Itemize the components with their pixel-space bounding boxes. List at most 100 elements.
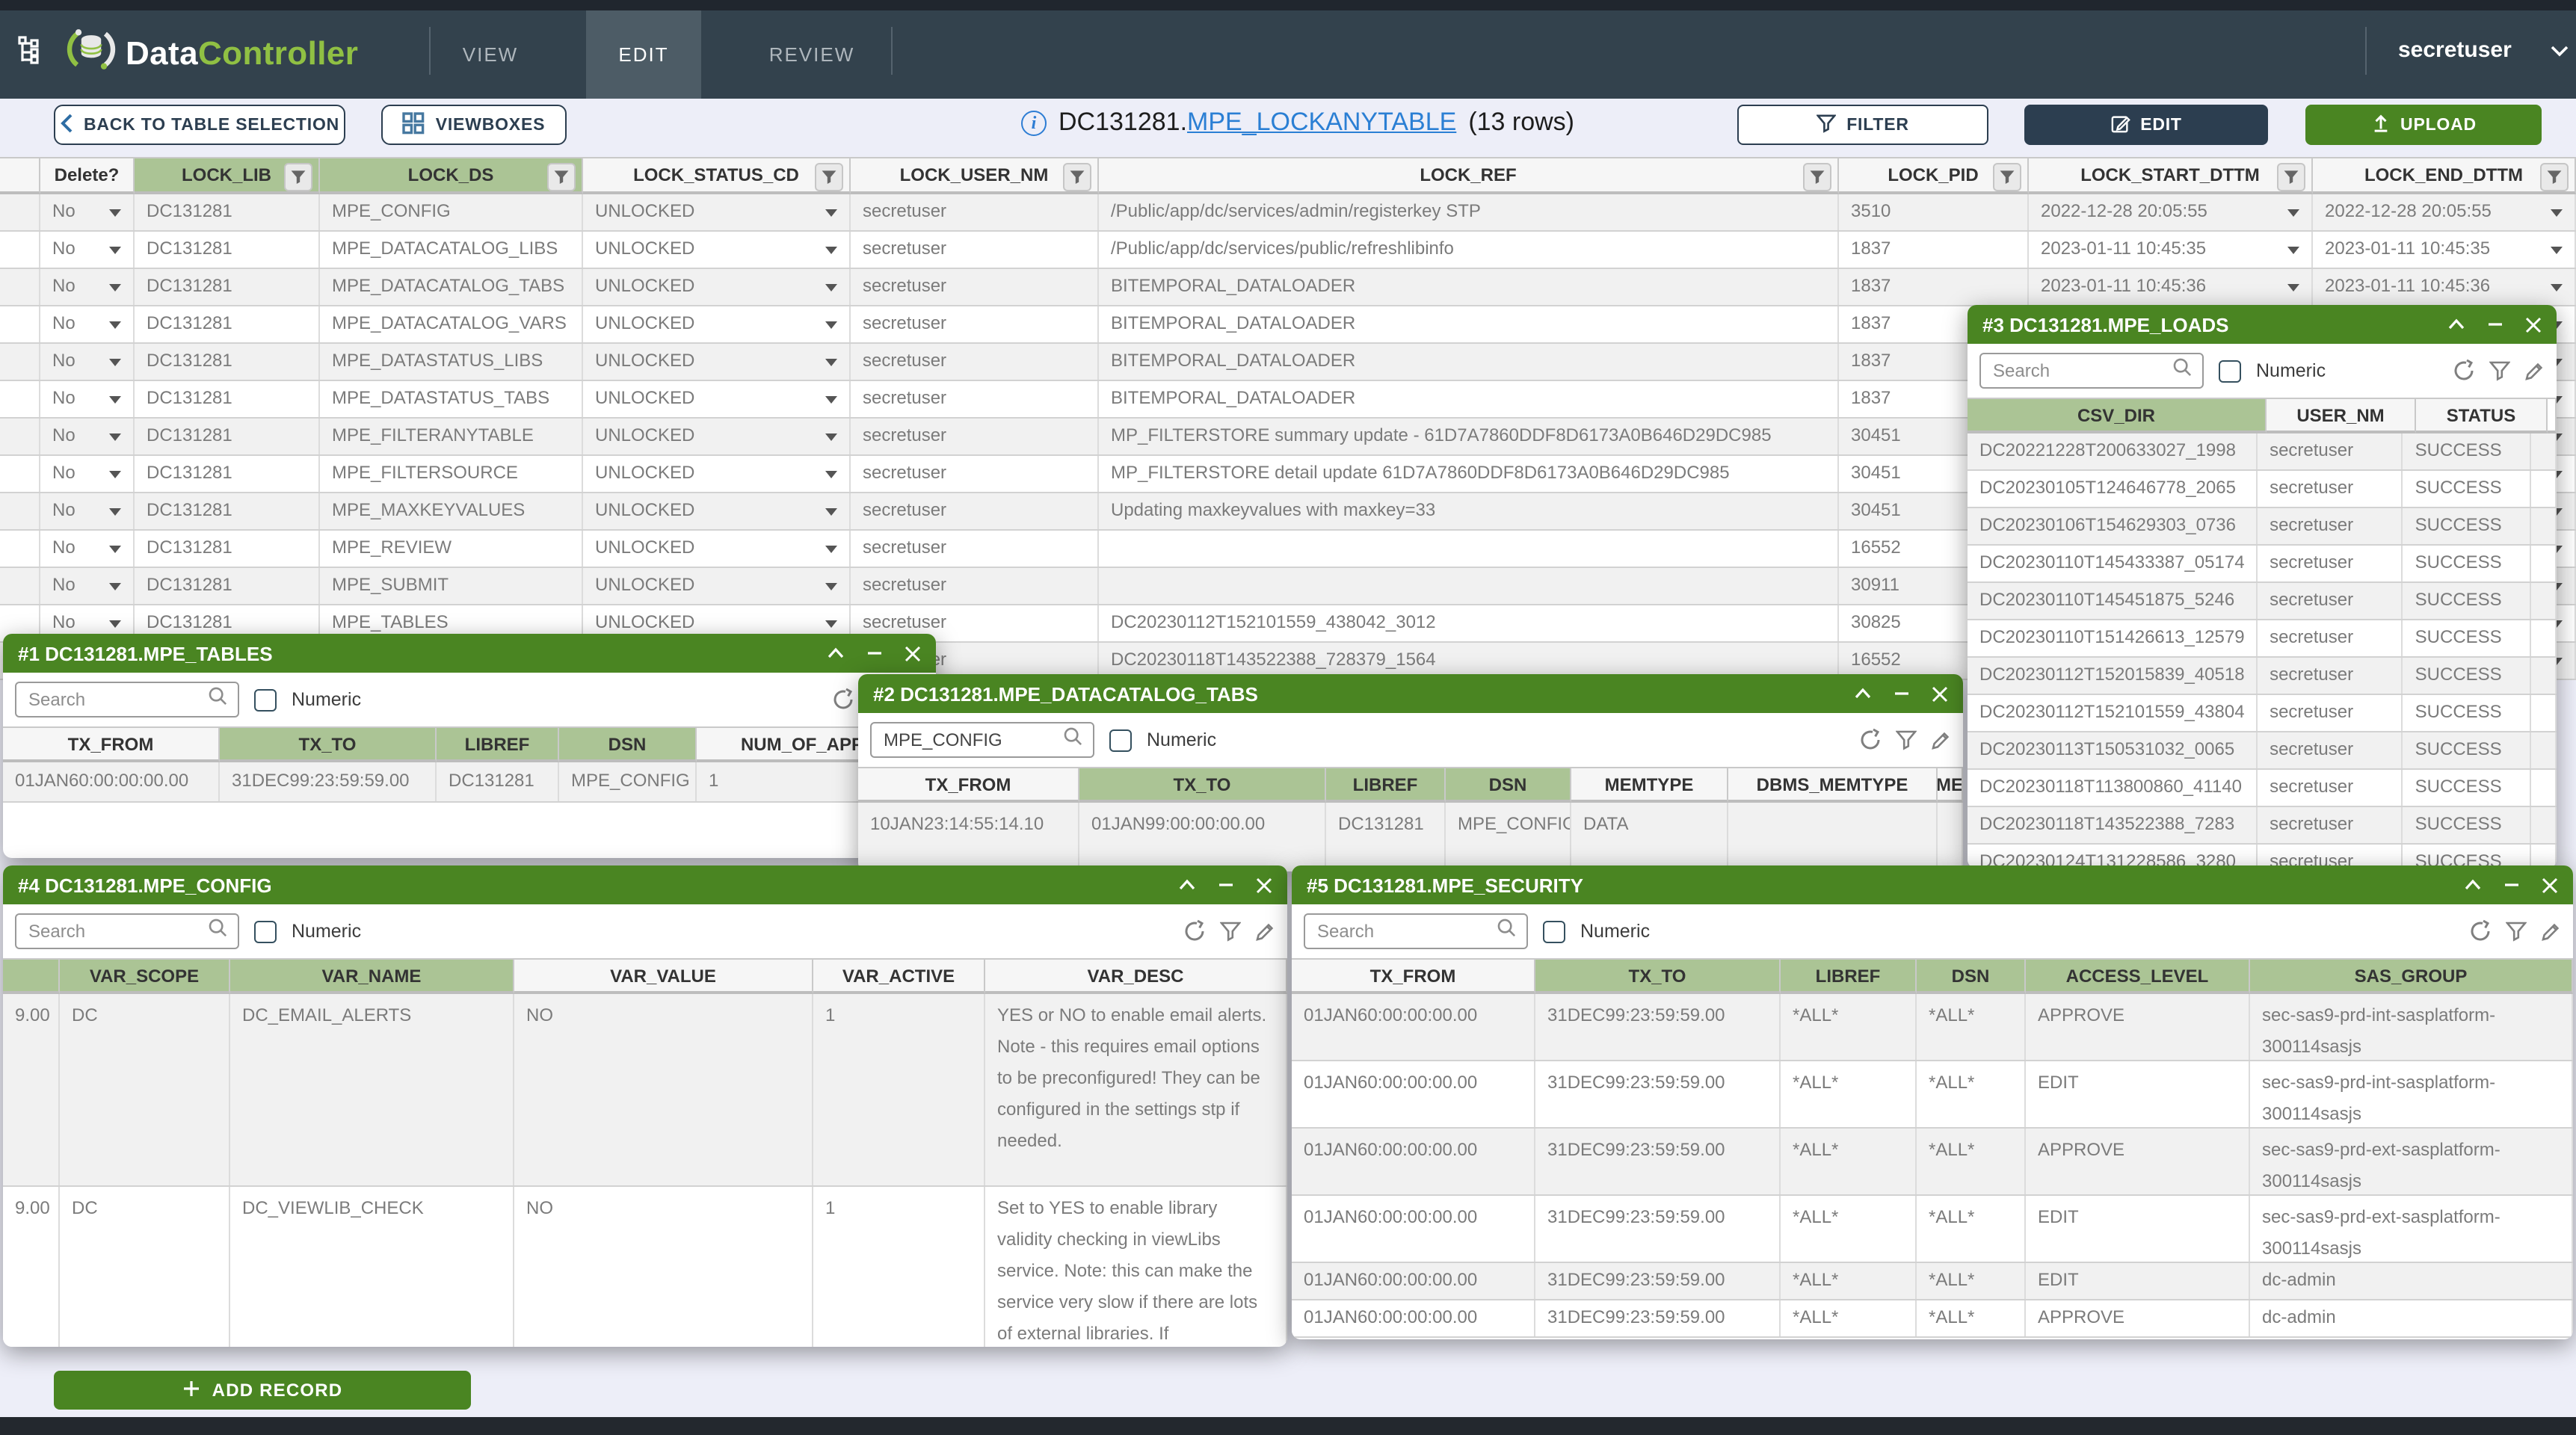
viewbox-column-header[interactable]: VAR_VALUE xyxy=(514,958,813,994)
pencil-icon[interactable] xyxy=(2540,921,2561,942)
viewbox-cell[interactable]: DC20221228T200633027_1998 xyxy=(1968,433,2258,469)
cell-lock-ref[interactable]: /Public/app/dc/services/admin/registerke… xyxy=(1099,194,1839,230)
viewbox-cell[interactable]: sec-sas9-prd-int-sasplatform-300114sasjs xyxy=(2250,1061,2573,1127)
column-filter-icon[interactable] xyxy=(815,163,843,191)
viewbox-cell[interactable]: DC20230118T143522388_7283 xyxy=(1968,807,2258,843)
cell-lock-ds[interactable]: MPE_FILTERANYTABLE xyxy=(320,419,583,454)
cell-lock-end[interactable]: 2022-12-28 20:05:55 xyxy=(2313,194,2576,230)
cell-lock-status[interactable]: UNLOCKED xyxy=(583,456,851,492)
viewbox-cell[interactable]: *ALL* xyxy=(1781,1129,1917,1194)
search-input[interactable] xyxy=(1990,359,2172,383)
viewbox-column-header[interactable]: DSN xyxy=(559,726,697,762)
viewbox-cell[interactable]: MPE_CONFIG xyxy=(559,762,697,801)
cell-lock-ref[interactable]: BITEMPORAL_DATALOADER xyxy=(1099,269,1839,305)
cell-lock-status[interactable]: UNLOCKED xyxy=(583,232,851,268)
viewbox-cell[interactable]: 31DEC99:23:59:59.00 xyxy=(1535,1061,1781,1127)
viewbox-cell[interactable]: sec-sas9-prd-ext-sasplatform-300114sasjs xyxy=(2250,1196,2573,1262)
viewbox-cell[interactable]: DC_VIEWLIB_CHECK xyxy=(230,1187,514,1347)
cell-lock-user[interactable]: secretuser xyxy=(851,531,1099,567)
collapse-icon[interactable] xyxy=(827,646,845,661)
dropdown-caret-icon[interactable] xyxy=(109,508,121,516)
viewbox-cell[interactable]: sec-sas9-prd-int-sasplatform-300114sasjs xyxy=(2250,994,2573,1060)
viewbox-cell[interactable]: 01JAN60:00:00:00.00 xyxy=(3,762,220,801)
viewbox-cell[interactable]: 01JAN99:00:00:00.00 xyxy=(1079,803,1326,871)
viewbox-cell[interactable]: SUCCESS xyxy=(2403,546,2531,581)
cell-lock-ref[interactable]: MP_FILTERSTORE detail update 61D7A7860DD… xyxy=(1099,456,1839,492)
viewbox-titlebar[interactable]: #4 DC131281.MPE_CONFIG xyxy=(3,865,1287,904)
upload-button[interactable]: UPLOAD xyxy=(2305,105,2542,145)
cell-delete[interactable]: No xyxy=(40,456,135,492)
viewbox-column-header[interactable]: TX_TO xyxy=(1535,958,1781,994)
filter-icon[interactable] xyxy=(2506,921,2527,942)
dropdown-caret-icon[interactable] xyxy=(109,247,121,254)
viewbox-cell[interactable]: secretuser xyxy=(2258,433,2403,469)
dropdown-caret-icon[interactable] xyxy=(2551,284,2563,291)
viewbox-column-header[interactable]: TX_FROM xyxy=(858,767,1079,803)
viewbox-cell[interactable]: SUCCESS xyxy=(2403,433,2531,469)
cell-lock-ref[interactable]: DC20230112T152101559_438042_3012 xyxy=(1099,605,1839,641)
column-filter-icon[interactable] xyxy=(1993,163,2021,191)
viewbox-cell[interactable]: *ALL* xyxy=(1917,1061,2026,1127)
cell-lock-ds[interactable]: MPE_DATACATALOG_LIBS xyxy=(320,232,583,268)
viewbox-cell[interactable]: DC20230106T154629303_0736 xyxy=(1968,508,2258,544)
column-header-LOCK_STATUS_CD[interactable]: LOCK_STATUS_CD xyxy=(583,157,851,194)
cell-lock-ref[interactable]: BITEMPORAL_DATALOADER xyxy=(1099,306,1839,342)
refresh-icon[interactable] xyxy=(2468,919,2492,943)
minimize-icon[interactable] xyxy=(2503,877,2521,892)
viewbox-cell[interactable]: SUCCESS xyxy=(2403,583,2531,619)
dropdown-caret-icon[interactable] xyxy=(2287,284,2299,291)
cell-lock-ref[interactable]: DC20230118T143522388_728379_1564 xyxy=(1099,643,1839,679)
close-icon[interactable] xyxy=(1932,685,1948,702)
brand-logo[interactable]: DataController xyxy=(66,24,358,82)
viewbox-column-header[interactable]: TX_FROM xyxy=(1292,958,1535,994)
column-header-LOCK_USER_NM[interactable]: LOCK_USER_NM xyxy=(851,157,1099,194)
tab-edit[interactable]: EDIT xyxy=(586,10,701,99)
viewbox-cell[interactable]: *ALL* xyxy=(1781,994,1917,1060)
dropdown-caret-icon[interactable] xyxy=(825,209,837,217)
column-header-LOCK_REF[interactable]: LOCK_REF xyxy=(1099,157,1839,194)
refresh-icon[interactable] xyxy=(1183,919,1207,943)
cell-lock-user[interactable]: secretuser xyxy=(851,456,1099,492)
cell-lock-lib[interactable]: DC131281 xyxy=(135,531,320,567)
column-filter-icon[interactable] xyxy=(284,163,312,191)
search-input[interactable] xyxy=(25,688,208,712)
cell-lock-status[interactable]: UNLOCKED xyxy=(583,269,851,305)
dropdown-caret-icon[interactable] xyxy=(109,359,121,366)
dropdown-caret-icon[interactable] xyxy=(109,284,121,291)
viewbox-cell[interactable]: 31DEC99:23:59:59.00 xyxy=(1535,1300,1781,1336)
cell-lock-ds[interactable]: MPE_CONFIG xyxy=(320,194,583,230)
cell-lock-lib[interactable]: DC131281 xyxy=(135,232,320,268)
viewbox-titlebar[interactable]: #1 DC131281.MPE_TABLES xyxy=(3,634,936,673)
cell-lock-ref[interactable]: /Public/app/dc/services/public/refreshli… xyxy=(1099,232,1839,268)
close-icon[interactable] xyxy=(2525,316,2542,333)
viewbox-cell[interactable]: MPE_CONFIG xyxy=(1446,803,1571,871)
refresh-icon[interactable] xyxy=(1858,728,1882,752)
viewbox-cell[interactable]: Set to YES to enable library validity ch… xyxy=(985,1187,1287,1347)
cell-lock-status[interactable]: UNLOCKED xyxy=(583,419,851,454)
cell-lock-lib[interactable]: DC131281 xyxy=(135,344,320,380)
cell-lock-user[interactable]: secretuser xyxy=(851,493,1099,529)
viewbox-cell[interactable]: 01JAN60:00:00:00.00 xyxy=(1292,1061,1535,1127)
viewbox-cell[interactable]: DC20230112T152015839_40518 xyxy=(1968,658,2258,694)
collapse-icon[interactable] xyxy=(2447,317,2465,332)
viewbox-column-header[interactable]: SAS_GROUP xyxy=(2250,958,2573,994)
cell-delete[interactable]: No xyxy=(40,269,135,305)
viewbox-cell[interactable]: YES or NO to enable email alerts. Note -… xyxy=(985,994,1287,1185)
cell-lock-lib[interactable]: DC131281 xyxy=(135,419,320,454)
tree-menu-icon[interactable] xyxy=(18,36,46,72)
viewbox-cell[interactable]: DC131281 xyxy=(1326,803,1446,871)
add-record-button[interactable]: ADD RECORD xyxy=(54,1371,471,1410)
viewbox-column-header[interactable]: VAR_SCOPE xyxy=(60,958,230,994)
viewbox-cell[interactable]: 31DEC99:23:59:59.00 xyxy=(1535,1263,1781,1299)
viewbox-cell[interactable]: DC20230110T145433387_05174 xyxy=(1968,546,2258,581)
dropdown-caret-icon[interactable] xyxy=(825,321,837,329)
viewbox-cell[interactable]: *ALL* xyxy=(1781,1196,1917,1262)
cell-lock-ref[interactable]: BITEMPORAL_DATALOADER xyxy=(1099,381,1839,417)
dropdown-caret-icon[interactable] xyxy=(109,471,121,478)
cell-lock-user[interactable]: secretuser xyxy=(851,568,1099,604)
dropdown-caret-icon[interactable] xyxy=(825,247,837,254)
viewbox-column-header[interactable]: LIBREF xyxy=(437,726,559,762)
cell-delete[interactable]: No xyxy=(40,493,135,529)
viewbox-column-header[interactable]: DSN xyxy=(1446,767,1571,803)
dropdown-caret-icon[interactable] xyxy=(825,546,837,553)
